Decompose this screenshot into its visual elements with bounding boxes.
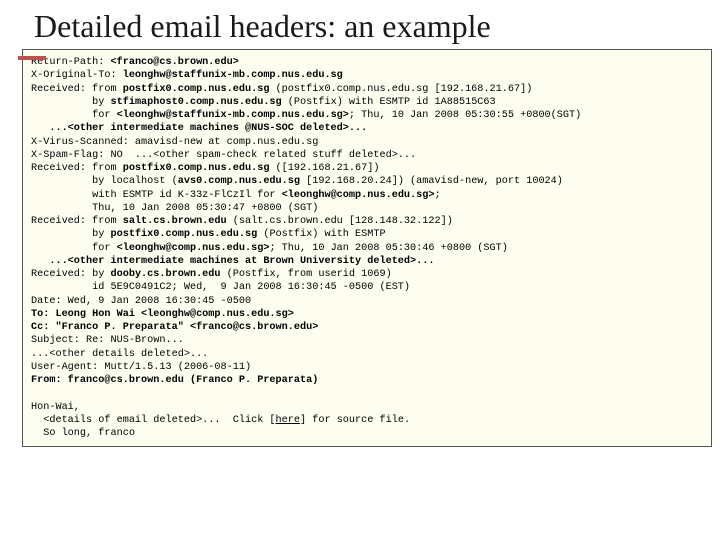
header-line: X-Spam-Flag: NO ...<other spam-check rel… [31, 149, 703, 162]
timestamp: ; Thu, 10 Jan 2008 05:30:46 +0800 (SGT) [269, 243, 507, 254]
received-detail: (postfix0.comp.nus.edu.sg [192.168.21.67… [269, 84, 532, 95]
label: X-Original-To: [31, 70, 123, 81]
detail: (Postfix) with ESMTP [257, 229, 385, 240]
header-line: X-Original-To: leonghw@staffunix-mb.comp… [31, 69, 703, 82]
by-host: postfix0.comp.nus.edu.sg [110, 229, 257, 240]
label: by [31, 229, 110, 240]
accent-bar [18, 56, 46, 60]
by-host: stfimaphost0.comp.nus.edu.sg [110, 97, 281, 108]
by-host: dooby.cs.brown.edu [110, 269, 220, 280]
omitted-note: ...<other details deleted>... [31, 348, 703, 361]
detail: [192.168.20.24]) (amavisd-new, port 1002… [300, 176, 563, 187]
detail: (salt.cs.brown.edu [128.148.32.122]) [227, 216, 453, 227]
label: by localhost ( [31, 176, 178, 187]
label: by [31, 97, 110, 108]
detail: ([192.168.21.67]) [269, 163, 379, 174]
header-line: by postfix0.comp.nus.edu.sg (Postfix) wi… [31, 228, 703, 241]
body-text: ] for source file. [300, 415, 410, 426]
header-line: Received: from postfix0.comp.nus.edu.sg … [31, 162, 703, 175]
header-line: Return-Path: <franco@cs.brown.edu> [31, 56, 703, 69]
blank-line [31, 387, 703, 400]
return-path-value: <franco@cs.brown.edu> [110, 57, 238, 68]
cc-line: Cc: "Franco P. Preparata" <franco@cs.bro… [31, 321, 703, 334]
slide: Detailed email headers: an example Retur… [0, 0, 720, 540]
timestamp: ; Thu, 10 Jan 2008 05:30:55 +0800(SGT) [349, 110, 581, 121]
body-line: So long, franco [31, 427, 703, 440]
label: for [31, 110, 117, 121]
user-agent-line: User-Agent: Mutt/1.5.13 (2006-08-11) [31, 361, 703, 374]
header-line: Received: by dooby.cs.brown.edu (Postfix… [31, 268, 703, 281]
localhost-host: avs0.comp.nus.edu.sg [178, 176, 300, 187]
for-address: <leonghw@staffunix-mb.comp.nus.edu.sg> [117, 110, 349, 121]
date-line: Date: Wed, 9 Jan 2008 16:30:45 -0500 [31, 295, 703, 308]
header-line: id 5E9C0491C2; Wed, 9 Jan 2008 16:30:45 … [31, 281, 703, 294]
header-line: Received: from postfix0.comp.nus.edu.sg … [31, 83, 703, 96]
for-address: <leonghw@comp.nus.edu.sg> [117, 243, 270, 254]
detail: (Postfix, from userid 1069) [221, 269, 392, 280]
header-line: for <leonghw@staffunix-mb.comp.nus.edu.s… [31, 109, 703, 122]
from-line: From: franco@cs.brown.edu (Franco P. Pre… [31, 374, 703, 387]
omitted-note: ...<other intermediate machines @NUS-SOC… [31, 122, 703, 135]
subject-line: Subject: Re: NUS-Brown... [31, 334, 703, 347]
slide-title: Detailed email headers: an example [0, 0, 720, 49]
detail: (Postfix) with ESMTP id 1A88515C63 [282, 97, 496, 108]
label: Received: by [31, 269, 110, 280]
header-line: with ESMTP id K-33z-FlCzIl for <leonghw@… [31, 189, 703, 202]
header-line: by stfimaphost0.comp.nus.edu.sg (Postfix… [31, 96, 703, 109]
for-address: <leonghw@comp.nus.edu.sg> [282, 190, 435, 201]
detail: ; [435, 190, 441, 201]
label: for [31, 243, 117, 254]
received-host: postfix0.comp.nus.edu.sg [123, 84, 270, 95]
header-line: X-Virus-Scanned: amavisd-new at comp.nus… [31, 136, 703, 149]
body-line: <details of email deleted>... Click [her… [31, 414, 703, 427]
label: Received: from [31, 216, 123, 227]
omitted-note: ...<other intermediate machines at Brown… [31, 255, 703, 268]
header-line: Received: from salt.cs.brown.edu (salt.c… [31, 215, 703, 228]
email-headers-box: Return-Path: <franco@cs.brown.edu> X-Ori… [22, 49, 712, 447]
received-host: postfix0.comp.nus.edu.sg [123, 163, 270, 174]
source-link[interactable]: here [276, 415, 300, 426]
to-line: To: Leong Hon Wai <leonghw@comp.nus.edu.… [31, 308, 703, 321]
received-host: salt.cs.brown.edu [123, 216, 227, 227]
header-line: by localhost (avs0.comp.nus.edu.sg [192.… [31, 175, 703, 188]
label: Received: from [31, 163, 123, 174]
header-line: for <leonghw@comp.nus.edu.sg>; Thu, 10 J… [31, 242, 703, 255]
header-line: Thu, 10 Jan 2008 05:30:47 +0800 (SGT) [31, 202, 703, 215]
body-text: <details of email deleted>... Click [ [31, 415, 276, 426]
label: with ESMTP id K-33z-FlCzIl for [31, 190, 282, 201]
label: Received: from [31, 84, 123, 95]
body-line: Hon-Wai, [31, 401, 703, 414]
x-original-to-value: leonghw@staffunix-mb.comp.nus.edu.sg [123, 70, 343, 81]
